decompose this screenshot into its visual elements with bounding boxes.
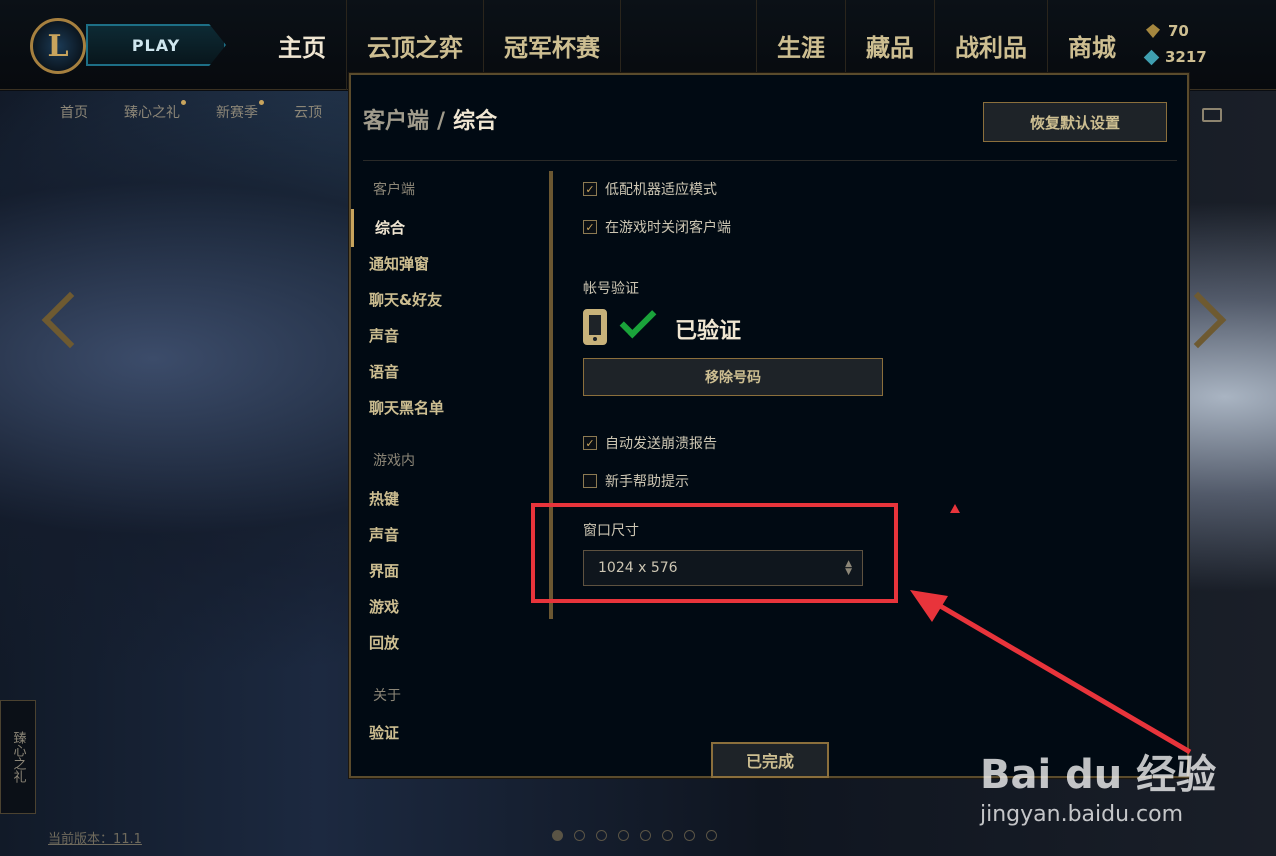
watermark-brand: Bai du 经验 [980, 752, 1217, 798]
watermark-url: jingyan.baidu.com [980, 802, 1184, 827]
annotation-arrow-icon [910, 590, 1192, 755]
baidu-watermark: Bai du 经验 jingyan.baidu.com [980, 742, 1216, 827]
